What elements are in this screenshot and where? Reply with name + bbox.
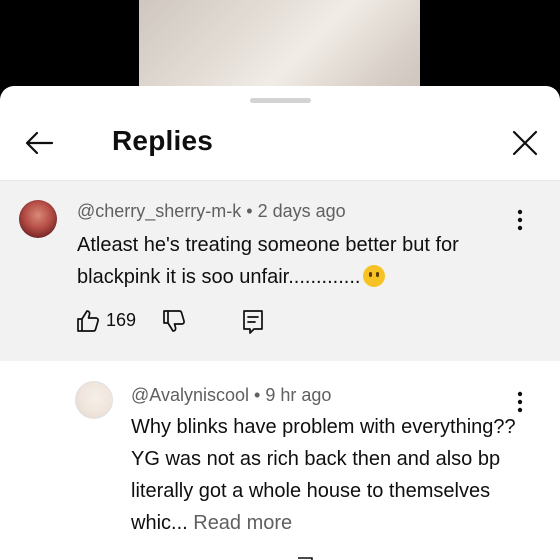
comment-time: 9 hr ago	[265, 385, 332, 405]
reply-comment-icon[interactable]	[241, 308, 265, 334]
drag-handle[interactable]	[250, 98, 311, 103]
close-icon[interactable]	[508, 126, 542, 160]
reply-comment: @Avalyniscool • 9 hr ago Why blinks have…	[0, 361, 560, 560]
replies-header: Replies	[0, 106, 560, 181]
thumbs-up-icon[interactable]	[75, 308, 101, 334]
meta-separator: •	[249, 385, 266, 405]
comment-author[interactable]: @Avalyniscool	[131, 385, 249, 405]
avatar[interactable]	[19, 200, 57, 238]
like-count: 169	[106, 310, 137, 330]
thumbs-down-icon[interactable]	[161, 308, 187, 334]
more-vert-icon[interactable]	[512, 207, 528, 233]
comment-text: Atleast he's treating someone better but…	[77, 229, 522, 293]
reply-actions-partial	[0, 553, 560, 560]
more-vert-icon[interactable]	[512, 389, 528, 415]
parent-comment: @cherry_sherry-m-k • 2 days ago Atleast …	[0, 181, 560, 361]
arrow-left-icon[interactable]	[22, 126, 56, 160]
comment-author[interactable]: @cherry_sherry-m-k	[77, 201, 241, 221]
comment-meta: @Avalyniscool • 9 hr ago	[131, 385, 331, 406]
comment-meta: @cherry_sherry-m-k • 2 days ago	[77, 201, 346, 222]
avatar[interactable]	[75, 381, 113, 419]
melting-face-emoji-icon	[363, 265, 386, 287]
meta-separator: •	[241, 201, 258, 221]
comment-text: Why blinks have problem with everything?…	[131, 411, 531, 539]
read-more-link[interactable]: Read more	[188, 512, 292, 534]
comment-time: 2 days ago	[257, 201, 346, 221]
comment-body: Atleast he's treating someone better but…	[77, 234, 459, 288]
page-title: Replies	[112, 125, 213, 156]
replies-sheet: Replies @cherry_sherry-m-k • 2 days ago …	[0, 86, 560, 560]
